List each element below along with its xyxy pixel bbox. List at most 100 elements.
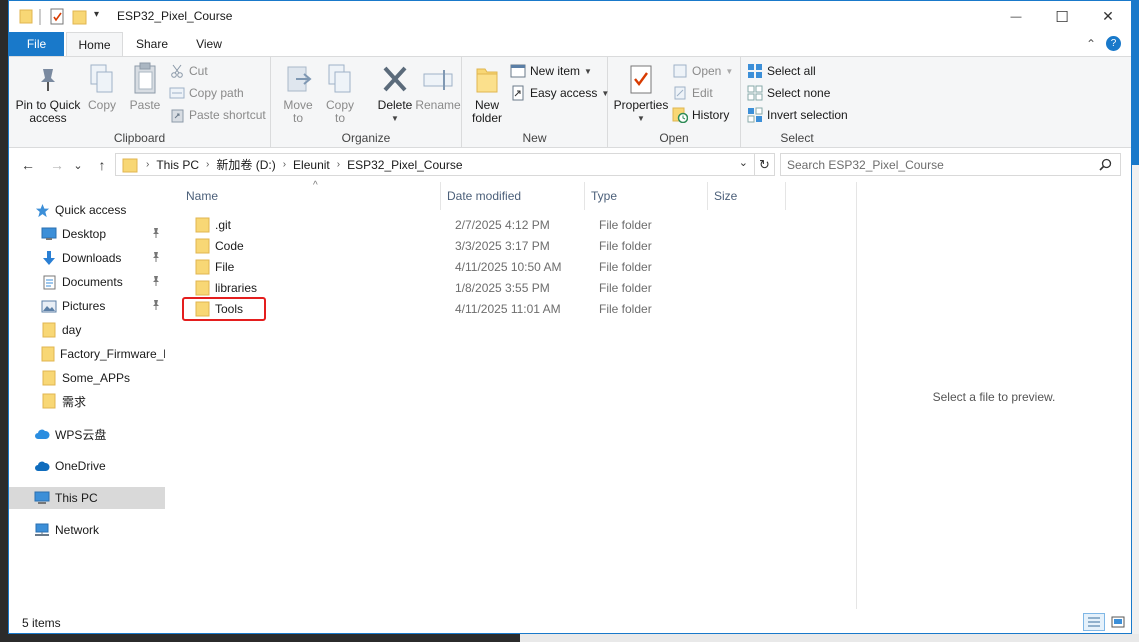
breadcrumb-separator[interactable]: › (199, 159, 216, 170)
help-icon[interactable]: ? (1106, 36, 1121, 51)
open-button[interactable]: Open ▼ (672, 61, 733, 81)
cut-button[interactable]: Cut (169, 61, 208, 81)
tab-home[interactable]: Home (66, 32, 123, 57)
nav-onedrive[interactable]: OneDrive (9, 455, 165, 477)
easy-access-button[interactable]: Easy access ▼ (510, 83, 609, 103)
copy-to-button[interactable]: Copy to (323, 61, 357, 125)
new-folder-button[interactable]: New folder (468, 61, 506, 125)
file-row[interactable]: libraries 1/8/2025 3:55 PM File folder (183, 277, 843, 298)
folder-icon (41, 393, 57, 409)
details-view-icon[interactable] (1083, 613, 1105, 631)
new-item-dropdown-icon: ▼ (584, 66, 592, 76)
edit-button[interactable]: Edit (672, 83, 713, 103)
column-header-size-label: Size (714, 189, 738, 203)
file-row-tools[interactable]: Tools 4/11/2025 11:01 AM File folder (183, 298, 843, 319)
close-button[interactable]: ✕ (1085, 1, 1131, 32)
select-all-button[interactable]: Select all (747, 61, 816, 81)
nav-pictures[interactable]: Pictures (9, 295, 165, 317)
breadcrumb-separator[interactable]: › (330, 159, 347, 170)
title-bar: ▾ ESP32_Pixel_Course — ☐ ✕ (9, 1, 1131, 32)
file-row[interactable]: Code 3/3/2025 3:17 PM File folder (183, 235, 843, 256)
copy-path-button[interactable]: Copy path (169, 83, 244, 103)
breadcrumb-this-pc[interactable]: This PC (156, 158, 199, 172)
paste-shortcut-button[interactable]: Paste shortcut (169, 105, 266, 125)
folder-icon (41, 370, 57, 386)
copy-path-icon (169, 85, 185, 101)
breadcrumb-eleunit[interactable]: Eleunit (293, 158, 330, 172)
nav-wps-cloud-label: WPS云盘 (55, 427, 107, 442)
nav-documents[interactable]: Documents (9, 271, 165, 293)
nav-network[interactable]: Network (9, 519, 165, 541)
copy-button[interactable]: Copy (85, 61, 119, 112)
folder-icon[interactable] (19, 8, 33, 26)
properties-qat-icon[interactable] (49, 8, 65, 26)
breadcrumb-drive-d[interactable]: 新加卷 (D:) (216, 156, 275, 173)
ribbon: Pin to Quick access Copy Paste Cut Copy … (9, 56, 1131, 148)
nav-downloads[interactable]: Downloads (9, 247, 165, 269)
clipboard-group-label: Clipboard (113, 131, 166, 145)
refresh-icon[interactable]: ↻ (754, 154, 774, 175)
recent-locations-icon[interactable]: ⌄ (71, 156, 85, 174)
nav-factory-firmware[interactable]: Factory_Firmware_b (9, 343, 165, 365)
nav-this-pc[interactable]: This PC (9, 487, 165, 509)
select-none-button[interactable]: Select none (747, 83, 830, 103)
maximize-button[interactable]: ☐ (1039, 1, 1085, 32)
select-all-icon (747, 63, 763, 79)
nav-pictures-label: Pictures (62, 299, 106, 313)
search-box[interactable]: Search ESP32_Pixel_Course (780, 153, 1121, 176)
collapse-ribbon-icon[interactable]: ⌃ (1086, 37, 1096, 51)
breadcrumb-separator[interactable]: › (144, 159, 156, 170)
nav-desktop[interactable]: Desktop (9, 223, 165, 245)
file-row[interactable]: .git 2/7/2025 4:12 PM File folder (183, 214, 843, 235)
minimize-button[interactable]: — (993, 1, 1039, 32)
delete-x-icon (379, 61, 411, 97)
tab-file[interactable]: File (9, 32, 64, 56)
nav-day[interactable]: day (9, 319, 165, 341)
properties-button[interactable]: Properties ▼ (612, 61, 670, 125)
file-explorer-window: ▾ ESP32_Pixel_Course — ☐ ✕ File Home Sha… (8, 0, 1132, 634)
move-to-button[interactable]: Move to (281, 61, 315, 125)
history-icon (672, 107, 688, 123)
new-item-button[interactable]: New item ▼ (510, 61, 592, 81)
rename-button[interactable]: Rename (415, 61, 461, 112)
column-header-date-modified[interactable]: Date modified (441, 182, 585, 210)
back-arrow-icon[interactable]: ← (17, 156, 39, 174)
up-arrow-icon[interactable]: ↑ (91, 156, 113, 174)
new-folder-qat-icon[interactable] (72, 8, 88, 26)
paste-shortcut-label: Paste shortcut (189, 108, 266, 122)
breadcrumb-esp32-pixel-course[interactable]: ESP32_Pixel_Course (347, 158, 462, 172)
pin-to-quick-access-button[interactable]: Pin to Quick access (14, 61, 82, 125)
nav-xuqiu[interactable]: 需求 (9, 390, 165, 412)
history-button[interactable]: History (672, 105, 729, 125)
column-header-type[interactable]: Type (585, 182, 708, 210)
address-bar[interactable]: › This PC › 新加卷 (D:) › Eleunit › ESP32_P… (115, 153, 775, 176)
select-none-label: Select none (767, 86, 831, 100)
column-header-size[interactable]: Size (708, 182, 786, 210)
file-row[interactable]: File 4/11/2025 10:50 AM File folder (183, 256, 843, 277)
new-group-label: New (522, 131, 547, 145)
address-dropdown-icon[interactable]: ⌄ (739, 156, 748, 169)
search-icon[interactable] (1099, 158, 1112, 171)
nav-downloads-label: Downloads (62, 251, 122, 265)
tab-view[interactable]: View (185, 32, 233, 56)
nav-some-apps[interactable]: Some_APPs (9, 367, 165, 389)
column-header-name-label: Name (186, 189, 219, 203)
delete-button[interactable]: Delete ▼ (375, 61, 415, 125)
column-header-name[interactable]: Name (180, 182, 441, 210)
breadcrumb-separator[interactable]: › (276, 159, 293, 170)
nav-quick-access[interactable]: Quick access (9, 199, 165, 221)
edit-label: Edit (692, 86, 713, 100)
open-label: Open (692, 64, 722, 78)
tab-share[interactable]: Share (128, 32, 176, 56)
select-none-icon (747, 85, 763, 101)
cloud-icon (34, 426, 50, 442)
copy-icon (86, 61, 118, 97)
large-icons-view-icon[interactable] (1107, 613, 1129, 631)
invert-selection-button[interactable]: Invert selection (747, 105, 848, 125)
nav-wps-cloud[interactable]: WPS云盘 (9, 423, 165, 445)
forward-arrow-icon[interactable]: → (46, 156, 68, 174)
star-icon (34, 202, 50, 218)
paste-button[interactable]: Paste (127, 61, 163, 112)
qat-dropdown-icon[interactable]: ▾ (94, 9, 106, 27)
file-type: File folder (599, 280, 652, 295)
